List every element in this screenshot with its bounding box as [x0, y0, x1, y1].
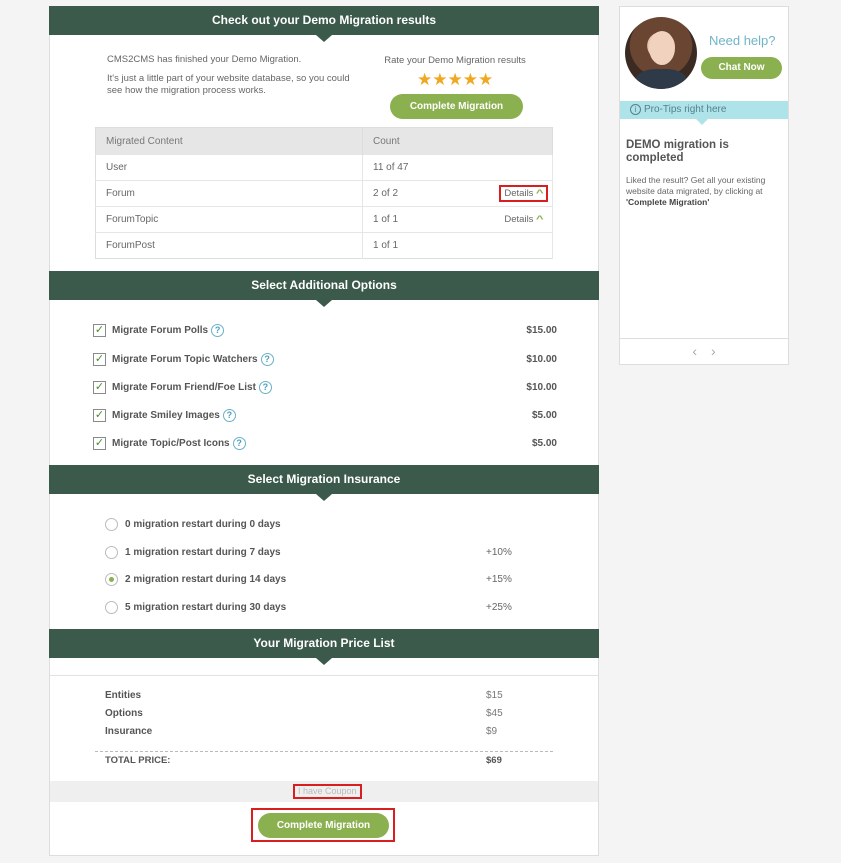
option-price: $5.00: [531, 410, 557, 421]
rate-label: Rate your Demo Migration results: [384, 55, 526, 66]
help-icon[interactable]: ?: [260, 352, 274, 366]
options-header: Select Additional Options: [49, 271, 599, 307]
complete-migration-button[interactable]: Complete Migration: [258, 813, 389, 838]
chevron-up-icon: ^: [536, 214, 545, 225]
insurance-option[interactable]: 1 migration restart during 7 days +10%: [105, 546, 525, 562]
option-row[interactable]: ✓ Migrate Smiley Images? $5.00: [93, 408, 557, 426]
option-price: $10.00: [526, 382, 557, 393]
insurance-option[interactable]: 0 migration restart during 0 days: [105, 518, 525, 534]
help-icon[interactable]: ?: [258, 380, 272, 394]
col-count: Count: [362, 127, 553, 155]
price-row: Insurance $9: [105, 726, 498, 737]
intro-line-2: It's just a little part of your website …: [107, 73, 350, 96]
row-content: ForumTopic: [95, 206, 363, 233]
checkbox-checked-icon[interactable]: ✓: [93, 353, 106, 366]
help-icon[interactable]: ?: [211, 323, 225, 337]
details-toggle-forum[interactable]: Details ^: [499, 185, 548, 202]
row-count: 1 of 1 Details ^: [362, 206, 553, 233]
coupon-bar: I have Coupon: [50, 781, 598, 802]
checkbox-checked-icon[interactable]: ✓: [93, 437, 106, 450]
protips-bar: i Pro-Tips right here: [620, 101, 788, 125]
price-row: Entities $15: [105, 690, 503, 701]
info-icon: i: [630, 104, 641, 115]
row-count: 2 of 2 Details ^: [362, 180, 553, 207]
table-row: ForumPost 1 of 1: [95, 232, 553, 259]
help-icon[interactable]: ?: [222, 408, 236, 422]
insurance-option[interactable]: 5 migration restart during 30 days +25%: [105, 601, 525, 617]
star-rating-icon[interactable]: ★★★★★: [417, 71, 493, 89]
help-sidebar: Need help? Chat Now i Pro-Tips right here…: [619, 6, 789, 365]
option-row[interactable]: ✓ Migrate Forum Polls? $15.00: [93, 323, 557, 341]
chevron-right-icon[interactable]: ›: [711, 343, 716, 359]
have-coupon-link[interactable]: I have Coupon: [293, 784, 362, 799]
option-row[interactable]: ✓ Migrate Topic/Post Icons? $5.00: [93, 436, 557, 454]
need-help-label: Need help?: [709, 33, 776, 48]
chevron-left-icon[interactable]: ‹: [692, 343, 697, 359]
radio-icon[interactable]: [105, 601, 118, 614]
checkbox-checked-icon[interactable]: ✓: [93, 324, 106, 337]
radio-icon[interactable]: [105, 546, 118, 559]
row-content: ForumPost: [95, 232, 363, 259]
tip-title: DEMO migration is completed: [626, 139, 729, 164]
option-row[interactable]: ✓ Migrate Forum Friend/Foe List? $10.00: [93, 380, 557, 398]
avatar: [625, 17, 697, 89]
row-content: User: [95, 154, 363, 181]
checkbox-checked-icon[interactable]: ✓: [93, 409, 106, 422]
option-row[interactable]: ✓ Migrate Forum Topic Watchers? $10.00: [93, 352, 557, 370]
total-price-row: TOTAL PRICE: $69: [105, 755, 502, 766]
row-count: 1 of 1: [362, 232, 553, 259]
chevron-up-icon: ^: [536, 188, 545, 199]
option-price: $10.00: [526, 354, 557, 365]
price-row: Options $45: [105, 708, 503, 719]
option-price: $15.00: [526, 325, 557, 336]
table-row: ForumTopic 1 of 1 Details ^: [95, 206, 553, 233]
complete-migration-button-top[interactable]: Complete Migration: [390, 94, 523, 119]
details-toggle-forumtopic[interactable]: Details ^: [501, 213, 546, 226]
option-price: $5.00: [531, 438, 557, 449]
table-row: Forum 2 of 2 Details ^: [95, 180, 553, 207]
checkbox-checked-icon[interactable]: ✓: [93, 381, 106, 394]
insurance-header: Select Migration Insurance: [49, 465, 599, 501]
insurance-option[interactable]: 2 migration restart during 14 days +15%: [105, 573, 525, 589]
results-header: Check out your Demo Migration results: [49, 6, 599, 42]
radio-icon[interactable]: [105, 518, 118, 531]
tip-text: Liked the result? Get all your existing …: [626, 175, 766, 207]
divider: [95, 751, 553, 752]
divider: [50, 675, 598, 676]
table-row: User 11 of 47: [95, 154, 553, 181]
main-panel: Check out your Demo Migration results CM…: [49, 6, 599, 856]
intro-line-1: CMS2CMS has finished your Demo Migration…: [107, 54, 302, 65]
price-list-header: Your Migration Price List: [49, 629, 599, 665]
help-icon[interactable]: ?: [232, 436, 246, 450]
row-content: Forum: [95, 180, 363, 207]
col-migrated-content: Migrated Content: [95, 127, 363, 155]
row-count: 11 of 47: [362, 154, 553, 181]
tips-pager: ‹ ›: [620, 338, 788, 364]
migrated-content-table: Migrated Content Count User 11 of 47 For…: [95, 127, 553, 259]
radio-icon[interactable]: [105, 573, 118, 586]
chat-now-button[interactable]: Chat Now: [701, 57, 782, 79]
